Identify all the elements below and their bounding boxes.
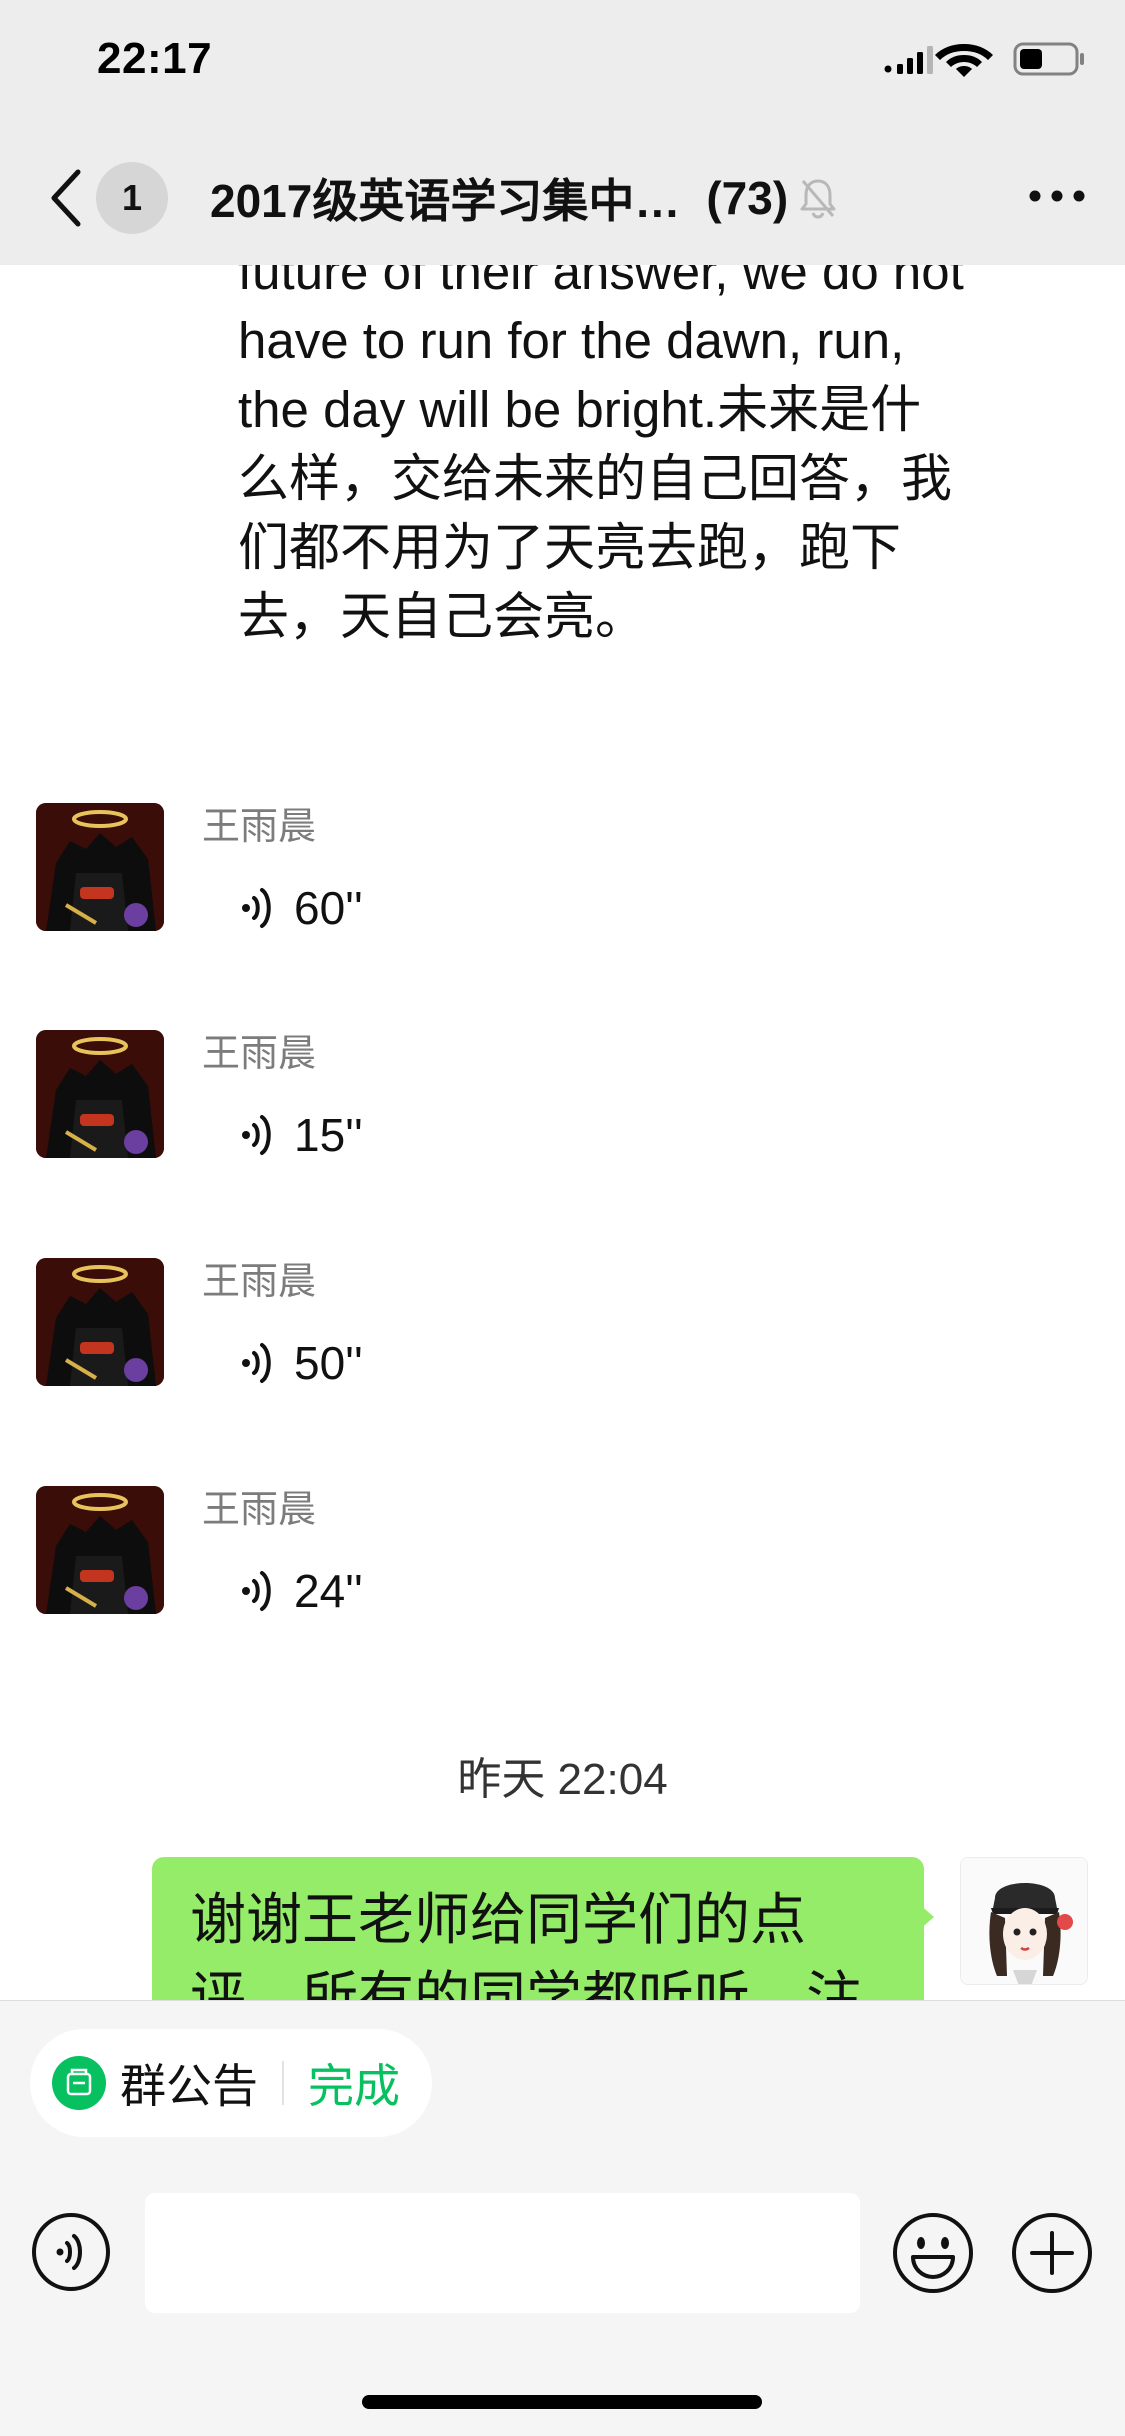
chat-title-group: 2017级英语学习集中… (73) bbox=[210, 168, 838, 228]
sender-name: 王雨晨 bbox=[202, 1261, 317, 1303]
voice-message-row: 王雨晨 15'' bbox=[0, 1030, 1125, 1230]
own-message-row: 谢谢王老师给同学们的点评，所有的同学都听听，注 bbox=[0, 1857, 1125, 2000]
voice-message-row: 王雨晨 24'' bbox=[0, 1486, 1125, 1686]
voice-duration: 50'' bbox=[294, 1337, 363, 1389]
avatar-image bbox=[36, 803, 164, 931]
unread-count-badge[interactable]: 1 bbox=[96, 162, 168, 234]
voice-bubble[interactable]: 24'' bbox=[202, 1546, 363, 1636]
voice-bubble[interactable]: 50'' bbox=[202, 1318, 363, 1408]
text-message[interactable]: future of their answer, we do not have t… bbox=[238, 265, 968, 651]
cellular-signal-icon bbox=[884, 46, 933, 74]
voice-duration: 24'' bbox=[294, 1565, 363, 1617]
group-notice-label: 群公告 bbox=[120, 2060, 258, 2112]
avatar-image bbox=[36, 1030, 164, 1158]
notice-icon bbox=[52, 2056, 106, 2110]
voice-message-row: 王雨晨 50'' bbox=[0, 1258, 1125, 1458]
voice-duration: 60'' bbox=[294, 882, 363, 934]
divider bbox=[282, 2061, 284, 2105]
voice-bubble[interactable]: 60'' bbox=[202, 863, 363, 953]
bubble-tail bbox=[918, 1903, 934, 1931]
bottom-panel: 群公告 完成 bbox=[0, 2000, 1125, 2436]
battery-icon bbox=[1013, 42, 1084, 76]
muted-bell-icon bbox=[800, 179, 836, 219]
voice-mode-icon[interactable] bbox=[30, 2211, 112, 2293]
top-bar: 22:17 1 2017级英语学习集中… (73) bbox=[0, 0, 1125, 265]
status-time: 22:17 bbox=[97, 34, 213, 83]
chat-message-list[interactable]: future of their answer, we do not have t… bbox=[0, 265, 1125, 2000]
sender-name: 王雨晨 bbox=[202, 806, 317, 848]
chat-title: 2017级英语学习集中… bbox=[210, 175, 681, 227]
avatar[interactable] bbox=[36, 1258, 164, 1386]
own-text-bubble[interactable]: 谢谢王老师给同学们的点评，所有的同学都听听，注 bbox=[152, 1857, 924, 2000]
avatar[interactable] bbox=[36, 803, 164, 931]
avatar[interactable] bbox=[36, 1030, 164, 1158]
voice-wave-icon bbox=[242, 1571, 271, 1611]
voice-wave-icon bbox=[242, 1115, 271, 1155]
own-avatar-image bbox=[961, 1858, 1087, 1984]
avatar-image bbox=[36, 1258, 164, 1386]
avatar-image bbox=[36, 1486, 164, 1614]
status-icons bbox=[884, 42, 1084, 77]
own-message-text: 谢谢王老师给同学们的点评，所有的同学都听听，注 bbox=[190, 1888, 862, 2000]
plus-icon[interactable] bbox=[1010, 2211, 1094, 2295]
voice-wave-icon bbox=[242, 1343, 271, 1383]
avatar[interactable] bbox=[36, 1486, 164, 1614]
message-timestamp: 昨天 22:04 bbox=[457, 1755, 668, 1804]
group-notice-pill[interactable]: 群公告 完成 bbox=[30, 2029, 432, 2137]
done-button[interactable]: 完成 bbox=[308, 2050, 400, 2116]
voice-wave-icon bbox=[242, 888, 271, 928]
voice-duration: 15'' bbox=[294, 1109, 363, 1161]
emoji-icon[interactable] bbox=[891, 2211, 975, 2295]
message-input[interactable] bbox=[145, 2193, 860, 2313]
voice-message-row: 王雨晨 60'' bbox=[0, 803, 1125, 1003]
own-avatar[interactable] bbox=[960, 1857, 1088, 1985]
sender-name: 王雨晨 bbox=[202, 1489, 317, 1531]
home-indicator bbox=[362, 2395, 762, 2409]
voice-bubble[interactable]: 15'' bbox=[202, 1090, 363, 1180]
wifi-icon bbox=[935, 44, 993, 77]
more-dots-icon[interactable] bbox=[1027, 182, 1087, 210]
member-count: (73) bbox=[706, 172, 789, 224]
chevron-left-icon[interactable] bbox=[40, 166, 90, 230]
sender-name: 王雨晨 bbox=[202, 1033, 317, 1075]
